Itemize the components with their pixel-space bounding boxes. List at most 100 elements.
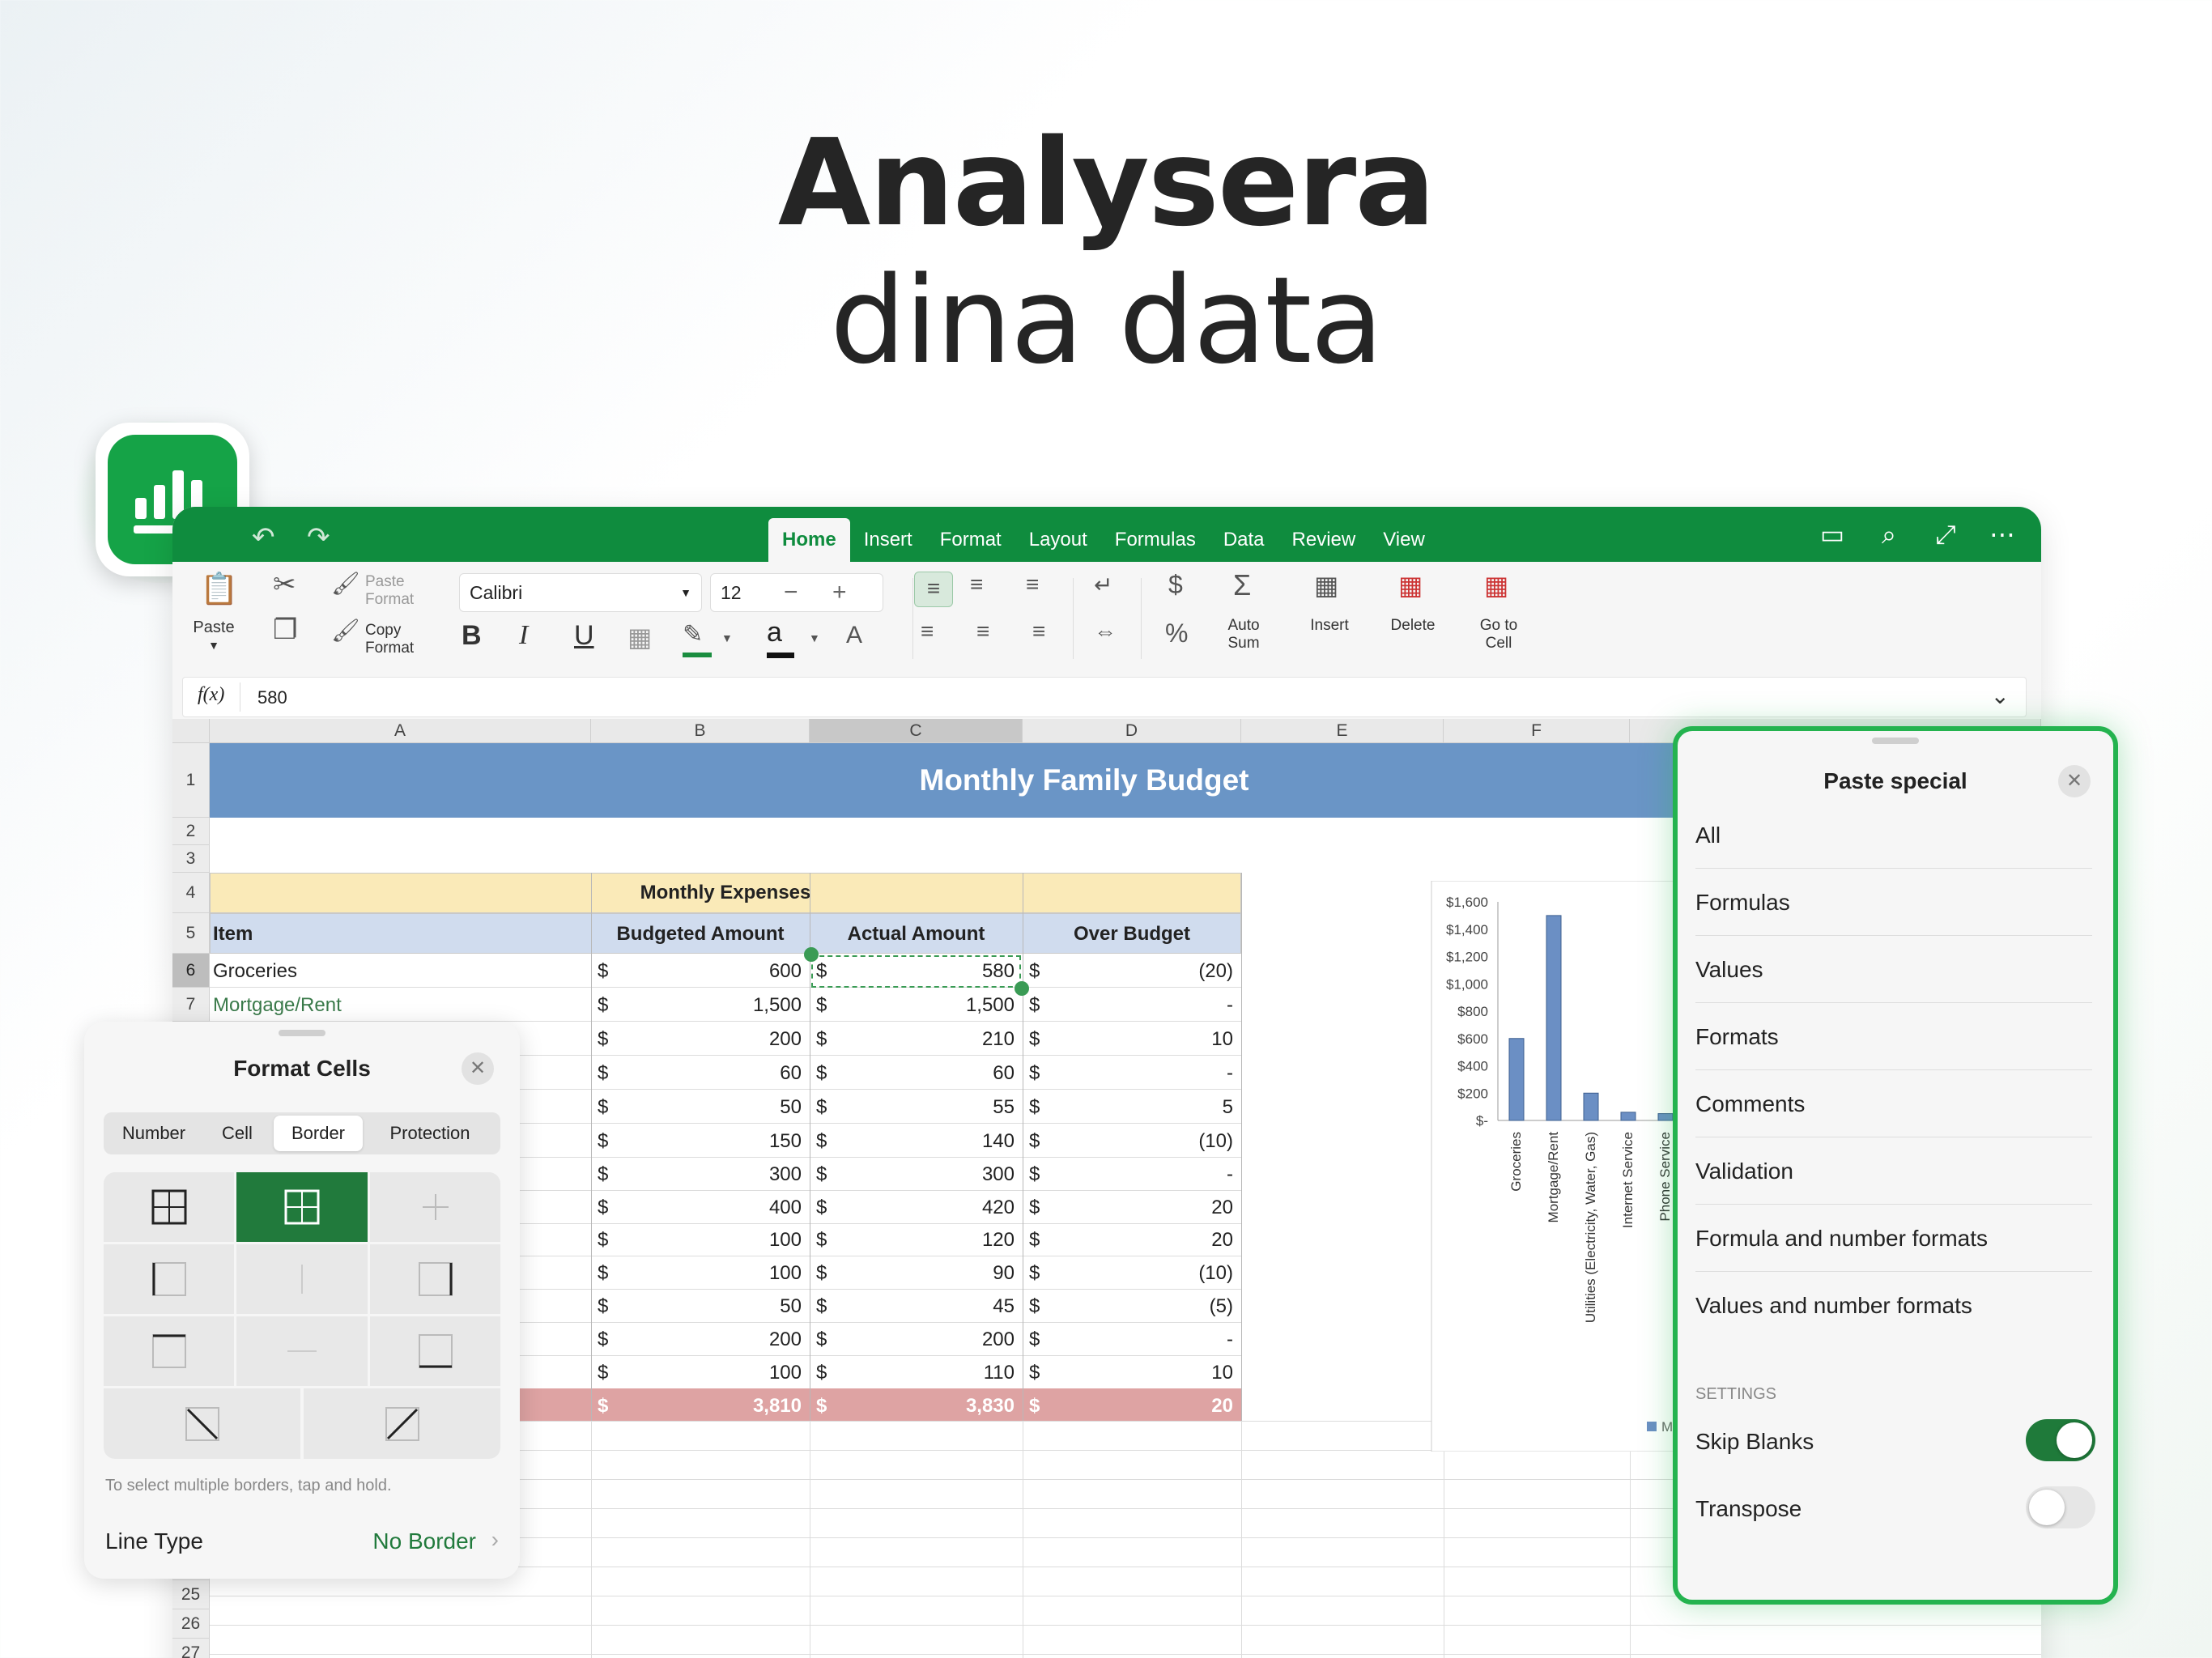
paste-option-comments[interactable]: Comments (1695, 1071, 2092, 1137)
paste-icon[interactable]: 📋 (200, 572, 238, 607)
wrap-text-icon[interactable]: ↵ (1094, 572, 1112, 598)
item-cell[interactable]: Groceries (213, 960, 297, 983)
over-cell[interactable]: - (1023, 1163, 1233, 1186)
budgeted-cell[interactable]: 100 (591, 1362, 802, 1384)
italic-button[interactable]: I (519, 620, 528, 651)
formula-input[interactable]: 580 (257, 687, 287, 708)
skip-blanks-toggle[interactable] (2026, 1419, 2095, 1461)
border-all-icon[interactable] (236, 1172, 368, 1242)
font-color-dropdown-icon[interactable]: ▼ (809, 631, 820, 644)
tab-number[interactable]: Number (107, 1116, 201, 1151)
budgeted-cell[interactable]: 200 (591, 1028, 802, 1051)
goto-cell-label-1[interactable]: Go to (1465, 617, 1533, 635)
copy-icon[interactable]: ❐ (273, 614, 297, 646)
actual-cell[interactable]: 1,500 (810, 994, 1015, 1017)
redo-icon[interactable]: ↷ (307, 521, 330, 554)
budgeted-cell[interactable]: 600 (591, 960, 802, 983)
row-header-5[interactable]: 5 (172, 913, 210, 954)
paste-option-formula-number-formats[interactable]: Formula and number formats (1695, 1205, 2092, 1272)
budgeted-cell[interactable]: 100 (591, 1262, 802, 1285)
more-icon[interactable]: ⋯ (1988, 520, 2017, 549)
budgeted-cell[interactable]: 150 (591, 1130, 802, 1153)
total-actual[interactable]: 3,830 (810, 1395, 1015, 1418)
header-over[interactable]: Over Budget (1023, 923, 1241, 946)
currency-button[interactable]: $ (1168, 570, 1183, 600)
tab-data[interactable]: Data (1210, 518, 1278, 562)
align-right-icon[interactable]: ≡ (1032, 619, 1045, 644)
over-cell[interactable]: - (1023, 1329, 1233, 1351)
budgeted-cell[interactable]: 60 (591, 1062, 802, 1085)
total-budgeted[interactable]: 3,810 (591, 1395, 802, 1418)
row-header-2[interactable]: 2 (172, 818, 210, 845)
actual-cell[interactable]: 55 (810, 1096, 1015, 1119)
font-color-button[interactable]: a (767, 617, 794, 658)
budgeted-cell[interactable]: 400 (591, 1197, 802, 1219)
row-header-26[interactable]: 26 (172, 1609, 210, 1639)
close-icon[interactable]: ✕ (462, 1052, 494, 1085)
row-header-6[interactable]: 6 (172, 954, 210, 988)
border-outside-icon[interactable] (104, 1172, 234, 1242)
budgeted-cell[interactable]: 1,500 (591, 994, 802, 1017)
drag-handle[interactable] (1872, 738, 1919, 744)
underline-button[interactable]: U (574, 620, 594, 652)
over-cell[interactable]: 10 (1023, 1028, 1233, 1051)
actual-cell[interactable]: 120 (810, 1229, 1015, 1252)
highlight-dropdown-icon[interactable]: ▼ (721, 631, 733, 644)
header-budgeted[interactable]: Budgeted Amount (591, 923, 810, 946)
border-top-icon[interactable] (104, 1316, 234, 1386)
over-cell[interactable]: - (1023, 994, 1233, 1017)
row-header-25[interactable]: 25 (172, 1580, 210, 1609)
border-right-icon[interactable] (370, 1244, 500, 1314)
paste-button[interactable]: Paste (187, 619, 240, 636)
borders-icon[interactable]: ▦ (627, 622, 652, 653)
border-horizontal-icon[interactable] (236, 1316, 368, 1386)
transpose-toggle[interactable] (2026, 1486, 2095, 1528)
tab-home[interactable]: Home (768, 518, 850, 562)
actual-cell[interactable]: 90 (810, 1262, 1015, 1285)
tab-review[interactable]: Review (1278, 518, 1370, 562)
border-vertical-icon[interactable] (236, 1244, 368, 1314)
col-header-a[interactable]: A (210, 719, 591, 743)
highlight-icon[interactable]: ✎ (683, 620, 712, 657)
drag-handle[interactable] (279, 1030, 325, 1036)
auto-sum-label-1[interactable]: Auto (1219, 617, 1269, 635)
tab-cell[interactable]: Cell (201, 1116, 274, 1151)
col-header-b[interactable]: B (591, 719, 810, 743)
plus-icon[interactable]: + (832, 574, 847, 611)
minus-icon[interactable]: − (784, 574, 798, 611)
paste-format-icon[interactable]: 🖌 (331, 570, 360, 597)
close-icon[interactable]: ✕ (2058, 765, 2091, 797)
item-cell[interactable]: Mortgage/Rent (213, 994, 342, 1017)
tab-format[interactable]: Format (926, 518, 1015, 562)
insert-cells-icon[interactable]: ▦ (1314, 570, 1338, 601)
paste-option-formats[interactable]: Formats (1695, 1004, 2092, 1070)
delete-cells-icon[interactable]: ▦ (1398, 570, 1423, 601)
over-cell[interactable]: (10) (1023, 1262, 1233, 1285)
row-header-7[interactable]: 7 (172, 988, 210, 1022)
over-cell[interactable]: (5) (1023, 1295, 1233, 1318)
select-all[interactable] (172, 719, 210, 743)
actual-cell[interactable]: 45 (810, 1295, 1015, 1318)
col-header-d[interactable]: D (1023, 719, 1241, 743)
budgeted-cell[interactable]: 200 (591, 1329, 802, 1351)
tab-formulas[interactable]: Formulas (1101, 518, 1210, 562)
text-style-icon[interactable]: A (846, 622, 862, 649)
percent-button[interactable]: % (1165, 619, 1188, 648)
copy-format-icon[interactable]: 🖌 (331, 617, 360, 644)
col-header-f[interactable]: F (1444, 719, 1630, 743)
insert-button[interactable]: Insert (1293, 617, 1366, 635)
copy-format-label-2[interactable]: Format (365, 640, 430, 657)
sigma-icon[interactable]: Σ (1233, 568, 1251, 602)
paste-option-values-number-formats[interactable]: Values and number formats (1695, 1273, 2092, 1339)
tab-protection[interactable]: Protection (363, 1116, 497, 1151)
paste-format-label-2[interactable]: Format (365, 591, 430, 609)
delete-button[interactable]: Delete (1376, 617, 1450, 635)
paste-option-formulas[interactable]: Formulas (1695, 869, 2092, 936)
merge-cells-icon[interactable]: ⇔ (1094, 619, 1117, 644)
budgeted-cell[interactable]: 50 (591, 1096, 802, 1119)
paste-dropdown-icon[interactable]: ▼ (203, 636, 224, 654)
tab-layout[interactable]: Layout (1015, 518, 1101, 562)
budgeted-cell[interactable]: 100 (591, 1229, 802, 1252)
row-header-3[interactable]: 3 (172, 845, 210, 873)
actual-cell[interactable]: 210 (810, 1028, 1015, 1051)
